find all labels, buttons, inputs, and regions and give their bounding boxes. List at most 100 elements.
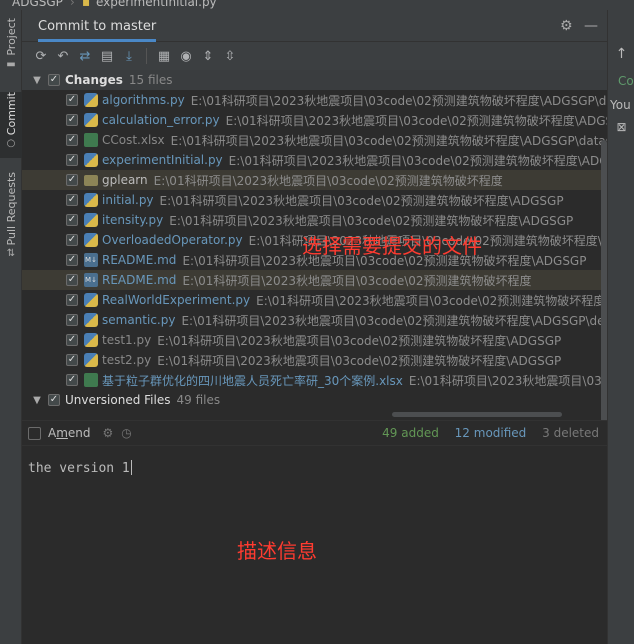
amend-checkbox[interactable] bbox=[28, 426, 41, 440]
horizontal-scrollbar[interactable] bbox=[392, 412, 562, 417]
gear-icon[interactable]: ⚙ bbox=[103, 426, 114, 440]
expand-all-icon[interactable]: ⇕ bbox=[197, 45, 219, 67]
file-checkbox[interactable] bbox=[66, 154, 78, 166]
file-row[interactable]: calculation_error.py E:\01科研项目\2023秋地震项目… bbox=[22, 110, 607, 130]
file-checkbox[interactable] bbox=[66, 194, 78, 206]
file-checkbox[interactable] bbox=[66, 94, 78, 106]
file-path: E:\01科研项目\2023秋地震项目\03code\02预测建筑物破坏程度\A… bbox=[157, 333, 562, 348]
file-path: E:\01科研项目\2023秋地震项目\03code\02预测建筑物破坏程度\A… bbox=[225, 113, 607, 128]
text-caret bbox=[130, 460, 132, 475]
changes-group-checkbox[interactable] bbox=[48, 74, 60, 86]
file-name: calculation_error.py bbox=[102, 113, 220, 127]
folder-icon bbox=[84, 174, 98, 186]
stat-deleted: 3 deleted bbox=[542, 426, 599, 440]
tab-pull-requests-label: Pull Requests bbox=[4, 172, 18, 246]
minus-icon[interactable]: — bbox=[584, 18, 598, 34]
file-checkbox[interactable] bbox=[66, 334, 78, 346]
file-checkbox[interactable] bbox=[66, 354, 78, 366]
breadcrumb-file[interactable]: experimentInitial.py bbox=[96, 0, 217, 9]
arrow-up-icon[interactable]: ↑ bbox=[608, 46, 634, 62]
file-checkbox[interactable] bbox=[66, 314, 78, 326]
tab-commit[interactable]: Commit ○ bbox=[0, 92, 22, 158]
file-checkbox[interactable] bbox=[66, 214, 78, 226]
file-name: README.md bbox=[102, 253, 177, 267]
file-checkbox[interactable] bbox=[66, 234, 78, 246]
file-checkbox[interactable] bbox=[66, 374, 78, 386]
file-path: E:\01科研项目\2023秋地震项目\03co bbox=[408, 373, 607, 388]
clock-icon[interactable]: ◷ bbox=[121, 426, 131, 440]
python-file-icon bbox=[84, 333, 98, 347]
commit-toolbar: ⟳ ↶ ⇄ ▤ ⤓ ▦ ◉ ⇕ ⇳ bbox=[22, 42, 607, 70]
shelve-icon[interactable]: ▤ bbox=[96, 45, 118, 67]
excel-file-icon bbox=[84, 133, 98, 147]
file-row[interactable]: test2.py E:\01科研项目\2023秋地震项目\03code\02预测… bbox=[22, 350, 607, 370]
tab-commit-label: Commit bbox=[4, 92, 18, 136]
chevron-down-icon[interactable]: ▼ bbox=[30, 75, 44, 86]
eye-icon[interactable]: ◉ bbox=[175, 45, 197, 67]
breadcrumb: ADGSGP › ▪ experimentInitial.py bbox=[0, 0, 634, 10]
tab-commit-to-master[interactable]: Commit to master bbox=[38, 10, 157, 42]
file-row[interactable]: itensity.py E:\01科研项目\2023秋地震项目\03code\0… bbox=[22, 210, 607, 230]
stat-added: 49 added bbox=[382, 426, 439, 440]
file-row[interactable]: initial.py E:\01科研项目\2023秋地震项目\03code\02… bbox=[22, 190, 607, 210]
file-row[interactable]: experimentInitial.py E:\01科研项目\2023秋地震项目… bbox=[22, 150, 607, 170]
file-name: initial.py bbox=[102, 193, 154, 207]
python-file-icon bbox=[84, 353, 98, 367]
file-name: CCost.xlsx bbox=[102, 133, 165, 147]
amend-label[interactable]: Amend bbox=[48, 426, 91, 440]
file-row[interactable]: RealWorldExperiment.py E:\01科研项目\2023秋地震… bbox=[22, 290, 607, 310]
file-row[interactable]: 基于粒子群优化的四川地震人员死亡率研_30个案例.xlsx E:\01科研项目\… bbox=[22, 370, 607, 390]
gear-icon[interactable]: ⚙ bbox=[560, 18, 573, 34]
file-name: test2.py bbox=[102, 353, 152, 367]
collapse-all-icon[interactable]: ⇳ bbox=[219, 45, 241, 67]
group-by-icon[interactable]: ▦ bbox=[153, 45, 175, 67]
tab-project[interactable]: Project ▬ bbox=[0, 18, 22, 84]
python-file-icon bbox=[84, 113, 98, 127]
folder-row[interactable]: gplearn E:\01科研项目\2023秋地震项目\03code\02预测建… bbox=[22, 170, 607, 190]
file-name: RealWorldExperiment.py bbox=[102, 293, 251, 307]
commit-icon: ○ bbox=[6, 138, 16, 150]
file-checkbox[interactable] bbox=[66, 274, 78, 286]
file-row[interactable]: test1.py E:\01科研项目\2023秋地震项目\03code\02预测… bbox=[22, 330, 607, 350]
unversioned-group-checkbox[interactable] bbox=[48, 394, 60, 406]
commit-message-editor[interactable]: the version 1 描述信息 bbox=[22, 447, 607, 644]
file-path: E:\01科研项目\2023秋地震项目\03code\02预测建筑物破坏程度\A… bbox=[170, 133, 607, 148]
file-row[interactable]: semantic.py E:\01科研项目\2023秋地震项目\03code\0… bbox=[22, 310, 607, 330]
tab-pull-requests[interactable]: Pull Requests ⇅ bbox=[0, 172, 22, 268]
file-name: gplearn bbox=[102, 173, 148, 187]
grid-icon[interactable]: ⊠ bbox=[608, 120, 634, 134]
unversioned-group-label: Unversioned Files bbox=[65, 393, 171, 407]
file-checkbox[interactable] bbox=[66, 254, 78, 266]
file-checkbox[interactable] bbox=[66, 174, 78, 186]
download-icon[interactable]: ⤓ bbox=[118, 45, 140, 67]
file-checkbox[interactable] bbox=[66, 294, 78, 306]
refresh-icon[interactable]: ⟳ bbox=[30, 45, 52, 67]
file-name: 基于粒子群优化的四川地震人员死亡率研_30个案例.xlsx bbox=[102, 373, 403, 388]
diff-icon[interactable]: ⇄ bbox=[74, 45, 96, 67]
changes-group-count: 15 files bbox=[128, 73, 173, 87]
breadcrumb-project[interactable]: ADGSGP bbox=[12, 0, 63, 9]
markdown-file-icon: M↓ bbox=[84, 273, 98, 287]
right-strip-you-text: You bbox=[610, 98, 631, 112]
breadcrumb-separator: › bbox=[70, 0, 75, 9]
excel-file-icon bbox=[84, 373, 98, 387]
file-checkbox[interactable] bbox=[66, 134, 78, 146]
right-strip-commit-text: Co bbox=[618, 74, 634, 88]
file-checkbox[interactable] bbox=[66, 114, 78, 126]
tab-project-label: Project bbox=[4, 18, 18, 56]
file-row[interactable]: CCost.xlsx E:\01科研项目\2023秋地震项目\03code\02… bbox=[22, 130, 607, 150]
commit-panel: Commit to master ⚙ — ⟳ ↶ ⇄ ▤ ⤓ ▦ ◉ ⇕ ⇳ ▼… bbox=[22, 10, 607, 644]
stat-modified: 12 modified bbox=[454, 426, 527, 440]
left-tool-strip: Project ▬ Commit ○ Pull Requests ⇅ bbox=[0, 10, 22, 644]
commit-message-text[interactable]: the version 1 bbox=[28, 460, 132, 476]
python-file-icon bbox=[84, 293, 98, 307]
file-name: OverloadedOperator.py bbox=[102, 233, 243, 247]
unversioned-group-row[interactable]: ▼ Unversioned Files 49 files bbox=[22, 390, 607, 410]
file-row[interactable]: M↓ README.md E:\01科研项目\2023秋地震项目\03code\… bbox=[22, 270, 607, 290]
changes-group-row[interactable]: ▼ Changes 15 files bbox=[22, 70, 607, 90]
file-path: E:\01科研项目\2023秋地震项目\03code\02预测建筑物破坏程度 bbox=[153, 173, 503, 188]
file-row[interactable]: algorithms.py E:\01科研项目\2023秋地震项目\03code… bbox=[22, 90, 607, 110]
rollback-icon[interactable]: ↶ bbox=[52, 45, 74, 67]
file-path: E:\01科研项目\2023秋地震项目\03code\02预测建筑物破坏程度 bbox=[182, 273, 532, 288]
chevron-down-icon[interactable]: ▼ bbox=[30, 395, 44, 406]
